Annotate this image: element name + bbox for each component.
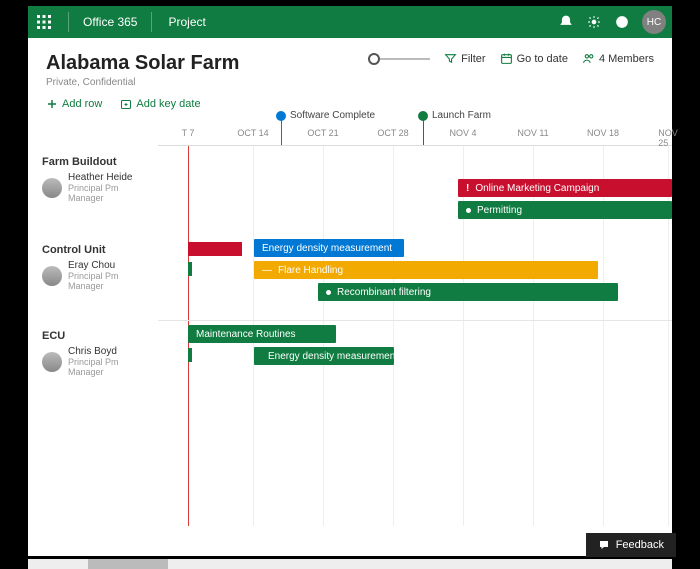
task-label: Permitting (477, 205, 522, 216)
task-label: Energy density measurement (268, 351, 398, 362)
status-dot-icon (466, 208, 471, 213)
project-header: Alabama Solar Farm Private, Confidential… (28, 38, 672, 98)
task-bar-fragment[interactable] (188, 348, 192, 362)
add-row-button[interactable]: Add row (46, 98, 102, 110)
person-name: Heather Heide (68, 172, 150, 183)
filter-button[interactable]: Filter (444, 52, 485, 65)
task-bar[interactable]: ! Online Marketing Campaign (458, 179, 672, 197)
top-bar: Office 365 Project ? HC (28, 6, 672, 38)
project-subtitle: Private, Confidential (46, 77, 239, 88)
filter-label: Filter (461, 53, 485, 65)
group-owner[interactable]: Chris BoydPrincipal Pm Manager (42, 346, 150, 377)
add-key-date-button[interactable]: Add key date (120, 98, 200, 110)
app-window: Office 365 Project ? HC Alabama Solar Fa… (28, 6, 672, 556)
task-bar[interactable]: Permitting (458, 201, 672, 219)
divider (151, 12, 152, 32)
group: ECU Chris BoydPrincipal Pm Manager (28, 320, 158, 385)
milestone[interactable]: Launch Farm (418, 110, 491, 121)
app-name[interactable]: Project (160, 15, 213, 29)
goto-date-button[interactable]: Go to date (500, 52, 568, 65)
project-title: Alabama Solar Farm (46, 52, 239, 75)
svg-text:?: ? (620, 18, 625, 27)
task-label: Energy density measurement (262, 243, 392, 254)
timeline-tick: T 7 (182, 128, 195, 138)
task-bar[interactable]: Recombinant filtering (318, 283, 618, 301)
task-bar[interactable]: Energy density measurement (254, 239, 404, 257)
feedback-button[interactable]: Feedback (586, 533, 676, 557)
timeline-tick: NOV 4 (449, 128, 476, 138)
timeline-header: T 7OCT 14OCT 21OCT 28NOV 4NOV 11NOV 18NO… (158, 118, 672, 146)
timeline-tick: OCT 14 (237, 128, 268, 138)
user-avatar[interactable]: HC (642, 10, 666, 34)
dash-icon: — (262, 265, 272, 276)
group: Control Unit Eray ChouPrincipal Pm Manage… (28, 234, 158, 299)
timeline-body[interactable]: ! Online Marketing Campaign Permitting Ener… (28, 146, 672, 526)
add-row-label: Add row (62, 98, 102, 110)
horizontal-scrollbar[interactable] (28, 559, 672, 569)
milestone[interactable]: Software Complete (276, 110, 375, 121)
task-bar-fragment[interactable] (188, 262, 192, 276)
group-title: ECU (42, 330, 150, 342)
person-name: Chris Boyd (68, 346, 150, 357)
avatar-icon (42, 352, 62, 372)
notifications-icon[interactable] (552, 6, 580, 38)
group-sidebar: Farm BuildoutHeather HeidePrincipal Pm M… (28, 146, 158, 526)
grid-line (393, 146, 394, 526)
task-label: Online Marketing Campaign (475, 183, 599, 194)
suite-brand[interactable]: Office 365 (77, 15, 143, 29)
app-launcher-icon[interactable] (28, 6, 60, 38)
avatar-icon (42, 266, 62, 286)
goto-date-label: Go to date (517, 53, 568, 65)
group-title: Farm Buildout (42, 156, 150, 168)
timeline-tick: NOV 18 (587, 128, 619, 138)
person-role: Principal Pm Manager (68, 271, 150, 291)
group-owner[interactable]: Eray ChouPrincipal Pm Manager (42, 260, 150, 291)
person-name: Eray Chou (68, 260, 150, 271)
timeline-tick: NOV 25 (658, 128, 678, 148)
avatar-icon (42, 178, 62, 198)
task-label: Maintenance Routines (196, 329, 296, 340)
person-role: Principal Pm Manager (68, 183, 150, 203)
divider (68, 12, 69, 32)
zoom-slider[interactable] (368, 53, 430, 65)
members-button[interactable]: 4 Members (582, 52, 654, 65)
task-label: Flare Handling (278, 265, 343, 276)
add-key-date-label: Add key date (136, 98, 200, 110)
timeline-tick: NOV 11 (517, 128, 548, 138)
help-icon[interactable]: ? (608, 6, 636, 38)
timeline-tick: OCT 28 (377, 128, 408, 138)
group-owner[interactable]: Heather HeidePrincipal Pm Manager (42, 172, 150, 203)
alert-icon: ! (466, 183, 469, 194)
task-label: Recombinant filtering (337, 287, 431, 298)
members-label: 4 Members (599, 53, 654, 65)
timeline-tick: OCT 21 (307, 128, 338, 138)
person-role: Principal Pm Manager (68, 357, 150, 377)
group: Farm Buildout Heather HeidePrincipal Pm M… (28, 146, 158, 211)
task-bar[interactable]: Maintenance Routines (188, 325, 336, 343)
feedback-label: Feedback (616, 539, 664, 551)
group-title: Control Unit (42, 244, 150, 256)
status-dot-icon (326, 290, 331, 295)
scrollbar-thumb[interactable] (88, 559, 168, 569)
settings-icon[interactable] (580, 6, 608, 38)
task-bar[interactable]: Energy density measurement (254, 347, 394, 365)
task-bar[interactable]: — Flare Handling (254, 261, 598, 279)
task-bar-fragment[interactable] (188, 242, 242, 256)
